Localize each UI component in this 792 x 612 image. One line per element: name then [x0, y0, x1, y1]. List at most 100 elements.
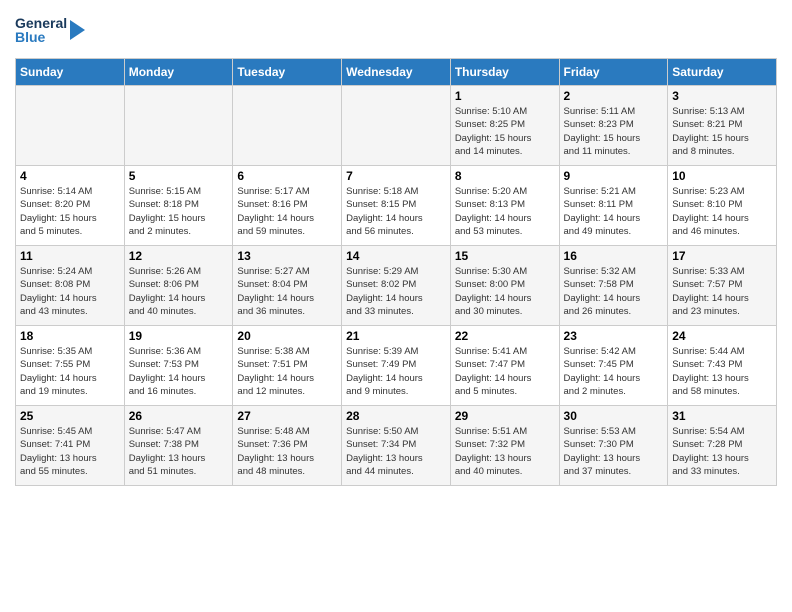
calendar-cell: 2Sunrise: 5:11 AM Sunset: 8:23 PM Daylig… [559, 86, 668, 166]
day-info: Sunrise: 5:47 AM Sunset: 7:38 PM Dayligh… [129, 425, 229, 478]
day-number: 16 [564, 249, 664, 263]
calendar-cell: 5 Sunrise: 5:15 AM Sunset: 8:18 PM Daylig… [124, 166, 233, 246]
day-number: 25 [20, 409, 120, 423]
calendar-cell: 27 Sunrise: 5:48 AM Sunset: 7:36 PM Dayli… [233, 406, 342, 486]
day-info: Sunrise: 5:24 AM Sunset: 8:08 PM Dayligh… [20, 265, 120, 318]
calendar-cell: 26 Sunrise: 5:47 AM Sunset: 7:38 PM Dayli… [124, 406, 233, 486]
day-info: Sunrise: 5:14 AM Sunset: 8:20 PM Dayligh… [20, 185, 120, 238]
day-number: 4 [20, 169, 120, 183]
day-info: Sunrise: 5:32 AM Sunset: 7:58 PM Dayligh… [564, 265, 664, 318]
day-info: Sunrise: 5:33 AM Sunset: 7:57 PM Dayligh… [672, 265, 772, 318]
header-row: SundayMondayTuesdayWednesdayThursdayFrid… [16, 59, 777, 86]
svg-text:Blue: Blue [15, 29, 46, 45]
calendar-cell: 9Sunrise: 5:21 AM Sunset: 8:11 PM Daylig… [559, 166, 668, 246]
calendar-cell: 24 Sunrise: 5:44 AM Sunset: 7:43 PM Dayli… [668, 326, 777, 406]
calendar-cell: 13 Sunrise: 5:27 AM Sunset: 8:04 PM Dayli… [233, 246, 342, 326]
day-number: 10 [672, 169, 772, 183]
calendar-cell [124, 86, 233, 166]
calendar-cell [342, 86, 451, 166]
day-number: 30 [564, 409, 664, 423]
day-number: 24 [672, 329, 772, 343]
week-row-5: 25 Sunrise: 5:45 AM Sunset: 7:41 PM Dayli… [16, 406, 777, 486]
calendar-cell: 22Sunrise: 5:41 AM Sunset: 7:47 PM Dayli… [450, 326, 559, 406]
calendar-cell: 8Sunrise: 5:20 AM Sunset: 8:13 PM Daylig… [450, 166, 559, 246]
calendar-cell: 23 Sunrise: 5:42 AM Sunset: 7:45 PM Dayli… [559, 326, 668, 406]
day-info: Sunrise: 5:35 AM Sunset: 7:55 PM Dayligh… [20, 345, 120, 398]
day-info: Sunrise: 5:42 AM Sunset: 7:45 PM Dayligh… [564, 345, 664, 398]
day-number: 17 [672, 249, 772, 263]
day-number: 26 [129, 409, 229, 423]
day-number: 3 [672, 89, 772, 103]
day-number: 29 [455, 409, 555, 423]
day-number: 22 [455, 329, 555, 343]
day-info: Sunrise: 5:27 AM Sunset: 8:04 PM Dayligh… [237, 265, 337, 318]
header-day-saturday: Saturday [668, 59, 777, 86]
day-number: 5 [129, 169, 229, 183]
header-day-friday: Friday [559, 59, 668, 86]
calendar-cell: 6 Sunrise: 5:17 AM Sunset: 8:16 PM Daylig… [233, 166, 342, 246]
calendar-cell: 4 Sunrise: 5:14 AM Sunset: 8:20 PM Daylig… [16, 166, 125, 246]
header-day-monday: Monday [124, 59, 233, 86]
day-number: 31 [672, 409, 772, 423]
day-info: Sunrise: 5:15 AM Sunset: 8:18 PM Dayligh… [129, 185, 229, 238]
day-info: Sunrise: 5:10 AM Sunset: 8:25 PM Dayligh… [455, 105, 555, 158]
day-number: 6 [237, 169, 337, 183]
day-number: 20 [237, 329, 337, 343]
day-info: Sunrise: 5:44 AM Sunset: 7:43 PM Dayligh… [672, 345, 772, 398]
week-row-2: 4 Sunrise: 5:14 AM Sunset: 8:20 PM Daylig… [16, 166, 777, 246]
day-number: 8 [455, 169, 555, 183]
day-info: Sunrise: 5:36 AM Sunset: 7:53 PM Dayligh… [129, 345, 229, 398]
day-info: Sunrise: 5:54 AM Sunset: 7:28 PM Dayligh… [672, 425, 772, 478]
calendar-table: SundayMondayTuesdayWednesdayThursdayFrid… [15, 58, 777, 486]
calendar-cell: 7Sunrise: 5:18 AM Sunset: 8:15 PM Daylig… [342, 166, 451, 246]
day-info: Sunrise: 5:48 AM Sunset: 7:36 PM Dayligh… [237, 425, 337, 478]
calendar-cell: 12Sunrise: 5:26 AM Sunset: 8:06 PM Dayli… [124, 246, 233, 326]
week-row-3: 11 Sunrise: 5:24 AM Sunset: 8:08 PM Dayli… [16, 246, 777, 326]
day-info: Sunrise: 5:51 AM Sunset: 7:32 PM Dayligh… [455, 425, 555, 478]
day-info: Sunrise: 5:18 AM Sunset: 8:15 PM Dayligh… [346, 185, 446, 238]
day-number: 11 [20, 249, 120, 263]
day-number: 2 [564, 89, 664, 103]
day-number: 14 [346, 249, 446, 263]
calendar-cell: 28Sunrise: 5:50 AM Sunset: 7:34 PM Dayli… [342, 406, 451, 486]
day-number: 27 [237, 409, 337, 423]
day-info: Sunrise: 5:45 AM Sunset: 7:41 PM Dayligh… [20, 425, 120, 478]
day-number: 28 [346, 409, 446, 423]
calendar-cell: 29 Sunrise: 5:51 AM Sunset: 7:32 PM Dayli… [450, 406, 559, 486]
calendar-cell: 11 Sunrise: 5:24 AM Sunset: 8:08 PM Dayli… [16, 246, 125, 326]
day-info: Sunrise: 5:13 AM Sunset: 8:21 PM Dayligh… [672, 105, 772, 158]
logo-svg: GeneralBlue [15, 10, 85, 50]
day-number: 15 [455, 249, 555, 263]
day-info: Sunrise: 5:30 AM Sunset: 8:00 PM Dayligh… [455, 265, 555, 318]
header-day-wednesday: Wednesday [342, 59, 451, 86]
calendar-cell [233, 86, 342, 166]
calendar-cell: 19 Sunrise: 5:36 AM Sunset: 7:53 PM Dayli… [124, 326, 233, 406]
day-number: 1 [455, 89, 555, 103]
day-number: 13 [237, 249, 337, 263]
calendar-cell: 31 Sunrise: 5:54 AM Sunset: 7:28 PM Dayli… [668, 406, 777, 486]
day-info: Sunrise: 5:23 AM Sunset: 8:10 PM Dayligh… [672, 185, 772, 238]
day-info: Sunrise: 5:39 AM Sunset: 7:49 PM Dayligh… [346, 345, 446, 398]
calendar-cell: 14 Sunrise: 5:29 AM Sunset: 8:02 PM Dayli… [342, 246, 451, 326]
week-row-4: 18 Sunrise: 5:35 AM Sunset: 7:55 PM Dayli… [16, 326, 777, 406]
day-info: Sunrise: 5:17 AM Sunset: 8:16 PM Dayligh… [237, 185, 337, 238]
header-day-tuesday: Tuesday [233, 59, 342, 86]
calendar-cell: 25 Sunrise: 5:45 AM Sunset: 7:41 PM Dayli… [16, 406, 125, 486]
day-number: 21 [346, 329, 446, 343]
day-number: 19 [129, 329, 229, 343]
day-number: 23 [564, 329, 664, 343]
day-info: Sunrise: 5:26 AM Sunset: 8:06 PM Dayligh… [129, 265, 229, 318]
calendar-cell: 20 Sunrise: 5:38 AM Sunset: 7:51 PM Dayli… [233, 326, 342, 406]
day-info: Sunrise: 5:29 AM Sunset: 8:02 PM Dayligh… [346, 265, 446, 318]
header-day-thursday: Thursday [450, 59, 559, 86]
calendar-cell: 3 Sunrise: 5:13 AM Sunset: 8:21 PM Daylig… [668, 86, 777, 166]
calendar-cell: 30Sunrise: 5:53 AM Sunset: 7:30 PM Dayli… [559, 406, 668, 486]
calendar-cell [16, 86, 125, 166]
day-info: Sunrise: 5:38 AM Sunset: 7:51 PM Dayligh… [237, 345, 337, 398]
calendar-cell: 10 Sunrise: 5:23 AM Sunset: 8:10 PM Dayli… [668, 166, 777, 246]
week-row-1: 1 Sunrise: 5:10 AM Sunset: 8:25 PM Daylig… [16, 86, 777, 166]
calendar-cell: 18 Sunrise: 5:35 AM Sunset: 7:55 PM Dayli… [16, 326, 125, 406]
day-number: 9 [564, 169, 664, 183]
day-number: 18 [20, 329, 120, 343]
calendar-cell: 15 Sunrise: 5:30 AM Sunset: 8:00 PM Dayli… [450, 246, 559, 326]
